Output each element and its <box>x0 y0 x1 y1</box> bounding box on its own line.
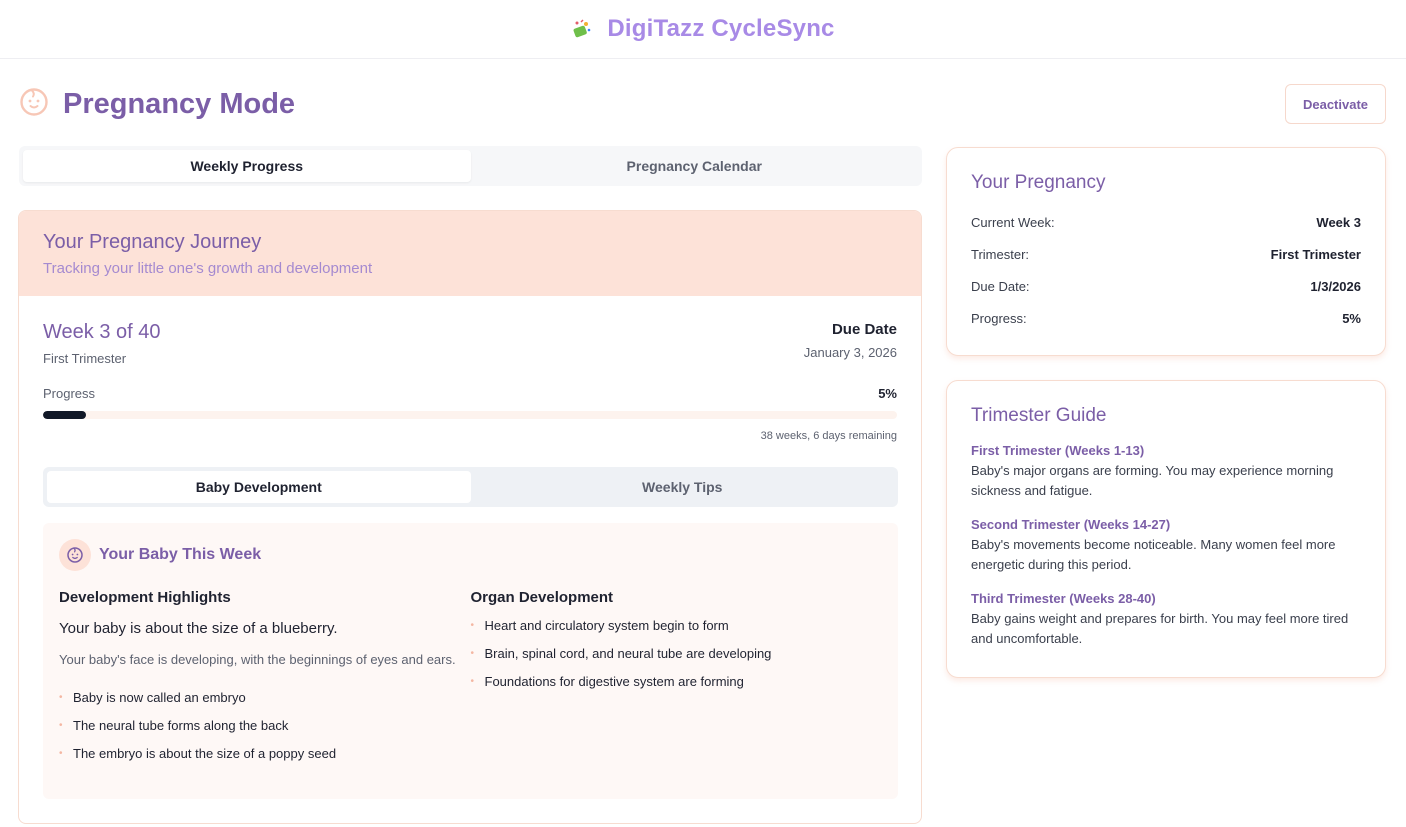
brand-logo-icon <box>571 18 593 40</box>
tab-baby-development[interactable]: Baby Development <box>47 471 471 503</box>
guide-item-desc: Baby's major organs are forming. You may… <box>971 463 1334 498</box>
app-title: DigiTazz CycleSync <box>607 15 835 42</box>
trimester-label: First Trimester <box>43 351 127 366</box>
organ-column: Organ Development Heart and circulatory … <box>471 589 883 768</box>
organ-heading: Organ Development <box>470 589 614 606</box>
progress-label: Progress <box>43 386 96 401</box>
guide-item-desc: Baby gains weight and prepares for birth… <box>971 611 1349 646</box>
baby-face-icon <box>19 87 49 122</box>
journey-subtitle: Tracking your little one's growth and de… <box>43 260 373 277</box>
tab-weekly-progress[interactable]: Weekly Progress <box>23 150 471 182</box>
stat-label: Current Week: <box>971 214 1055 230</box>
journey-title: Your Pregnancy Journey <box>43 231 262 253</box>
tab-pregnancy-calendar[interactable]: Pregnancy Calendar <box>471 150 919 182</box>
guide-item-desc: Baby's movements become noticeable. Many… <box>971 537 1336 572</box>
baby-section-title: Your Baby This Week <box>99 546 262 563</box>
deactivate-button[interactable]: Deactivate <box>1285 84 1386 124</box>
page-header: Pregnancy Mode Deactivate <box>19 82 1386 126</box>
progress-percent: 5% <box>878 386 897 401</box>
highlights-column: Development Highlights Your baby is abou… <box>59 589 471 768</box>
week-row: Week 3 of 40 First Trimester Due Date Ja… <box>43 321 897 366</box>
journey-card: Your Pregnancy Journey Tracking your lit… <box>18 210 922 824</box>
baby-panel: Your Baby This Week Development Highligh… <box>43 523 898 799</box>
week-title: Week 3 of 40 <box>43 321 161 343</box>
progress-bar-fill <box>43 411 86 419</box>
highlights-heading: Development Highlights <box>59 589 231 606</box>
stat-row: Trimester: First Trimester <box>971 238 1361 270</box>
list-item: Heart and circulatory system begin to fo… <box>471 612 883 640</box>
guide-item: First Trimester (Weeks 1-13) Baby's majo… <box>971 443 1361 501</box>
progress-bar <box>43 411 897 419</box>
stat-row: Due Date: 1/3/2026 <box>971 270 1361 302</box>
list-item: Foundations for digestive system are for… <box>471 668 883 696</box>
page-title: Pregnancy Mode <box>63 87 296 120</box>
guide-item-title: Second Trimester (Weeks 14-27) <box>971 517 1171 532</box>
stat-label: Trimester: <box>971 246 1030 262</box>
development-tabs: Baby Development Weekly Tips <box>43 467 898 507</box>
summary-title: Your Pregnancy <box>971 172 1106 193</box>
face-development: Your baby's face is developing, with the… <box>59 652 456 667</box>
list-item: The neural tube forms along the back <box>59 712 471 740</box>
stat-value: 5% <box>1342 310 1361 326</box>
guide-item-title: First Trimester (Weeks 1-13) <box>971 443 1145 458</box>
list-item: Baby is now called an embryo <box>59 684 471 712</box>
stat-value: First Trimester <box>1270 246 1361 262</box>
guide-item-title: Third Trimester (Weeks 28-40) <box>971 591 1156 606</box>
stat-label: Due Date: <box>971 278 1030 294</box>
stat-row: Progress: 5% <box>971 302 1361 334</box>
guide-item: Third Trimester (Weeks 28-40) Baby gains… <box>971 591 1361 649</box>
size-comparison: Your baby is about the size of a blueber… <box>59 620 338 637</box>
progress-row: Progress 5% <box>43 386 897 401</box>
journey-header: Your Pregnancy Journey Tracking your lit… <box>19 211 921 296</box>
due-date-value: January 3, 2026 <box>803 345 897 360</box>
stat-row: Current Week: Week 3 <box>971 206 1361 238</box>
list-item: Brain, spinal cord, and neural tube are … <box>471 640 883 668</box>
brand[interactable]: DigiTazz CycleSync <box>571 15 834 43</box>
stat-label: Progress: <box>971 310 1027 326</box>
baby-face-icon <box>59 539 91 571</box>
top-bar: DigiTazz CycleSync <box>0 0 1406 59</box>
tab-weekly-tips[interactable]: Weekly Tips <box>471 471 895 503</box>
main-tabs: Weekly Progress Pregnancy Calendar <box>19 146 922 186</box>
stat-value: Week 3 <box>1316 214 1361 230</box>
guide-item: Second Trimester (Weeks 14-27) Baby's mo… <box>971 517 1361 575</box>
trimester-guide-card: Trimester Guide First Trimester (Weeks 1… <box>946 380 1386 678</box>
remaining-time: 38 weeks, 6 days remaining <box>760 430 897 442</box>
guide-title: Trimester Guide <box>971 405 1107 426</box>
pregnancy-summary-card: Your Pregnancy Current Week: Week 3 Trim… <box>946 147 1386 356</box>
list-item: The embryo is about the size of a poppy … <box>59 740 471 768</box>
due-date-label: Due Date <box>831 321 897 338</box>
stat-value: 1/3/2026 <box>1310 278 1361 294</box>
